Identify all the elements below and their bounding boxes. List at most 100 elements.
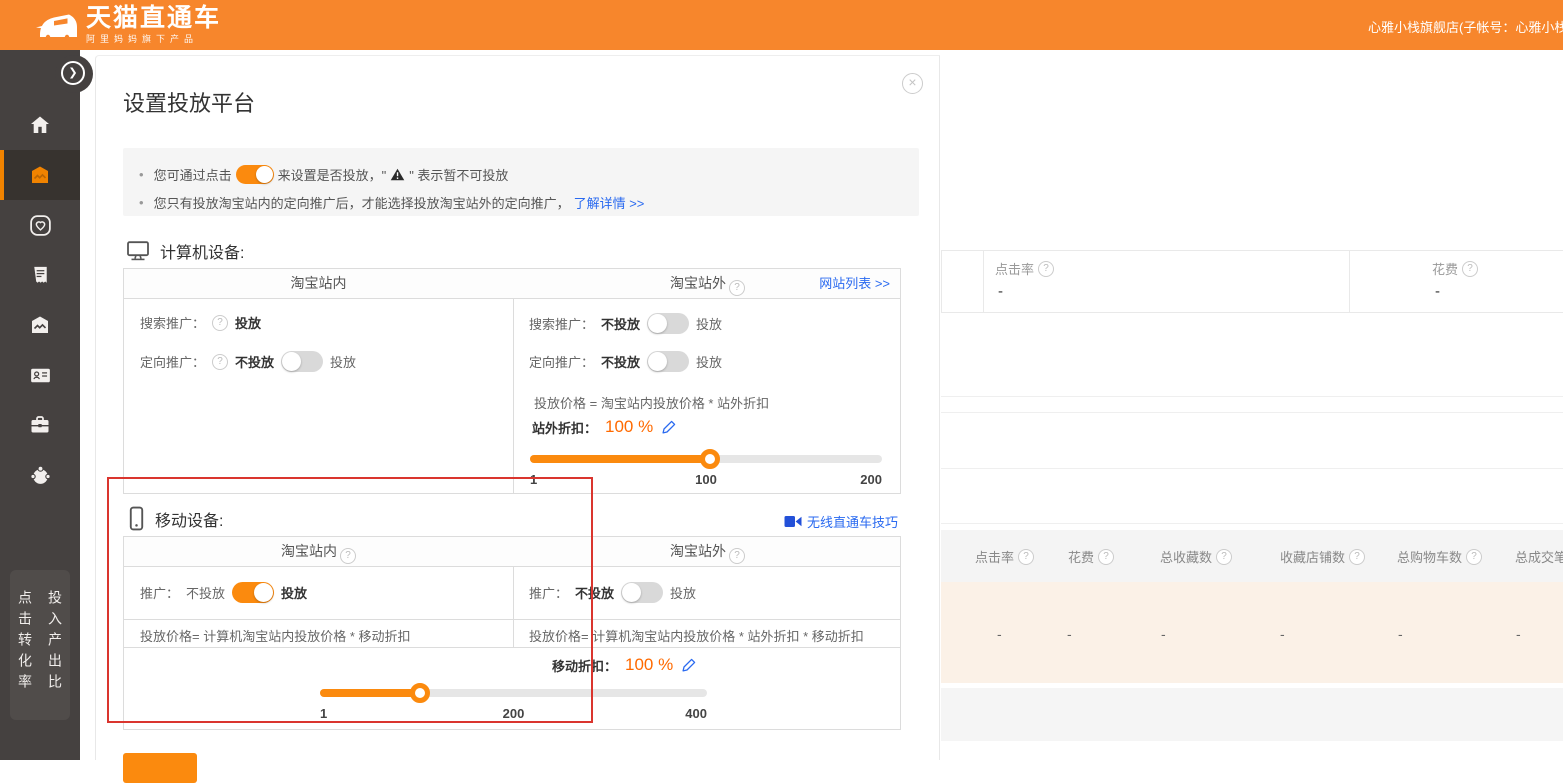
site-list-link[interactable]: 网站列表 >> [819, 269, 890, 298]
help-icon[interactable] [1462, 261, 1478, 277]
metric-ctr-cvr: 点击转化率 [15, 590, 35, 720]
row-label: 搜索推广： [140, 313, 205, 332]
close-icon[interactable]: × [902, 73, 923, 94]
train-logo-icon [34, 6, 80, 44]
help-icon[interactable] [729, 548, 745, 564]
discount-value: 100 % [605, 417, 653, 437]
tick-label: 200 [860, 472, 882, 487]
heart-badge-icon [28, 213, 53, 238]
report-table-row-empty [941, 688, 1563, 741]
help-icon[interactable] [212, 354, 228, 370]
pc-outside-search-row: 搜索推广： 不投放 投放 [529, 313, 722, 334]
slider-track[interactable] [320, 689, 707, 697]
slider-fill [320, 689, 421, 697]
help-icon[interactable] [1038, 261, 1054, 277]
slider-knob[interactable] [700, 449, 720, 469]
save-button[interactable] [123, 753, 197, 783]
pc-outside-search-toggle[interactable] [647, 313, 689, 334]
edit-pencil-icon[interactable] [681, 657, 697, 673]
help-icon[interactable] [1216, 549, 1232, 565]
pc-outside-discount-slider[interactable] [530, 455, 882, 463]
cell-value: - [1161, 626, 1166, 642]
state-on-text: 投放 [281, 583, 307, 602]
cell-value: - [997, 626, 1002, 642]
pc-inside-target-toggle[interactable] [281, 351, 323, 372]
notice-box: 您可通过点击 来设置是否投放，" " 表示暂不可投放 您只有投放淘宝站内的定向推… [123, 148, 919, 216]
state-on-text: 投放 [330, 352, 356, 371]
state-on-text: 投放 [235, 313, 261, 332]
help-icon[interactable] [1466, 549, 1482, 565]
divider [124, 647, 900, 648]
tick-label: 200 [503, 706, 525, 721]
pc-outside-target-toggle[interactable] [647, 351, 689, 372]
pc-inside-search-row: 搜索推广： 投放 [140, 313, 261, 332]
header-taobao-outside: 淘宝站外 [513, 537, 902, 566]
computer-section-header: 计算机设备: [126, 239, 244, 263]
help-icon[interactable] [1098, 549, 1114, 565]
sidebar-item-home[interactable] [0, 100, 80, 150]
sidebar-item-reports[interactable] [0, 250, 80, 300]
sidebar-item-favorites[interactable] [0, 200, 80, 250]
mobile-platform-table: 淘宝站内 淘宝站外 推广： 不投放 投放 推广： 不投放 投放 投放价格= 计算… [123, 536, 901, 730]
id-card-icon [28, 363, 53, 388]
discount-label: 移动折扣： [552, 656, 617, 675]
header-taobao-inside: 淘宝站内 [124, 537, 513, 566]
stat-ctr-value: - [998, 283, 1003, 300]
mobile-inside-promo-toggle[interactable] [232, 582, 274, 603]
notice-text: " 表示暂不可投放 [409, 165, 508, 184]
mobile-section-header: 移动设备: [128, 506, 223, 531]
help-icon[interactable] [1018, 549, 1034, 565]
learn-more-link[interactable]: 了解详情 >> [574, 193, 645, 212]
home-icon [28, 113, 52, 137]
report-table-header: 点击率 花费 总收藏数 收藏店铺数 总购物车数 总成交笔数 [941, 530, 1563, 582]
divider [941, 251, 942, 312]
help-icon[interactable] [212, 315, 228, 331]
slider-knob[interactable] [410, 683, 430, 703]
expand-chevron-icon[interactable]: ❯ [61, 61, 85, 85]
sidebar-item-creative[interactable] [0, 300, 80, 350]
mobile-discount-slider[interactable] [320, 689, 707, 697]
summary-stat-row: 点击率 - 花费 - [941, 250, 1563, 313]
sidebar-item-campaign-active[interactable] [0, 150, 80, 200]
state-off-text: 不投放 [575, 583, 614, 602]
notice-text: 来设置是否投放，" [278, 165, 387, 184]
section-title: 计算机设备: [160, 239, 244, 263]
formula-text: 投放价格 = 淘宝站内投放价格 * 站外折扣 [534, 393, 769, 412]
example-toggle [236, 165, 274, 184]
row-label: 定向推广： [140, 352, 205, 371]
slider-fill [530, 455, 710, 463]
sidebar-item-tools[interactable] [0, 400, 80, 450]
help-icon[interactable] [1349, 549, 1365, 565]
logo-title: 天猫直通车 [86, 5, 221, 31]
state-on-text: 投放 [696, 352, 722, 371]
help-icon[interactable] [729, 280, 745, 296]
tick-label: 1 [320, 706, 327, 721]
sidebar-metrics-panel[interactable]: 点击转化率 投入产出比 [10, 570, 70, 720]
sidebar-item-account-card[interactable] [0, 350, 80, 400]
mobile-outside-promo-toggle[interactable] [621, 582, 663, 603]
formula-text: 投放价格= 计算机淘宝站内投放价格 * 站外折扣 * 移动折扣 [529, 626, 864, 645]
metric-roi: 投入产出比 [45, 590, 65, 720]
notice-line-2: 您只有投放淘宝站内的定向推广后，才能选择投放淘宝站外的定向推广， 了解详情 >> [139, 188, 903, 216]
account-name[interactable]: 心雅小栈旗舰店(子帐号：心雅小栈旗 [1368, 17, 1563, 36]
app-logo[interactable]: 天猫直通车 阿里妈妈旗下产品 [34, 5, 221, 45]
briefcase-icon [28, 413, 52, 437]
sidebar: ❯ [0, 50, 80, 760]
receipt-icon [29, 264, 52, 287]
divider [124, 619, 900, 620]
wireless-tips-link[interactable]: 无线直通车技巧 [784, 512, 898, 531]
computer-icon [126, 240, 150, 262]
top-navbar: 天猫直通车 阿里妈妈旗下产品 心雅小栈旗舰店(子帐号：心雅小栈旗 [0, 0, 1563, 50]
header-label: 淘宝站外 [670, 543, 726, 559]
slider-track[interactable] [530, 455, 882, 463]
edit-pencil-icon[interactable] [661, 419, 677, 435]
cell-value: - [1516, 626, 1521, 642]
sidebar-item-network[interactable] [0, 450, 80, 500]
row-label: 推广： [529, 583, 568, 602]
divider [941, 412, 1563, 413]
state-off-text: 不投放 [186, 583, 225, 602]
help-icon[interactable] [340, 548, 356, 564]
cell-value: - [1067, 626, 1072, 642]
logo-text: 天猫直通车 阿里妈妈旗下产品 [86, 5, 221, 45]
mobile-phone-icon [128, 506, 145, 531]
